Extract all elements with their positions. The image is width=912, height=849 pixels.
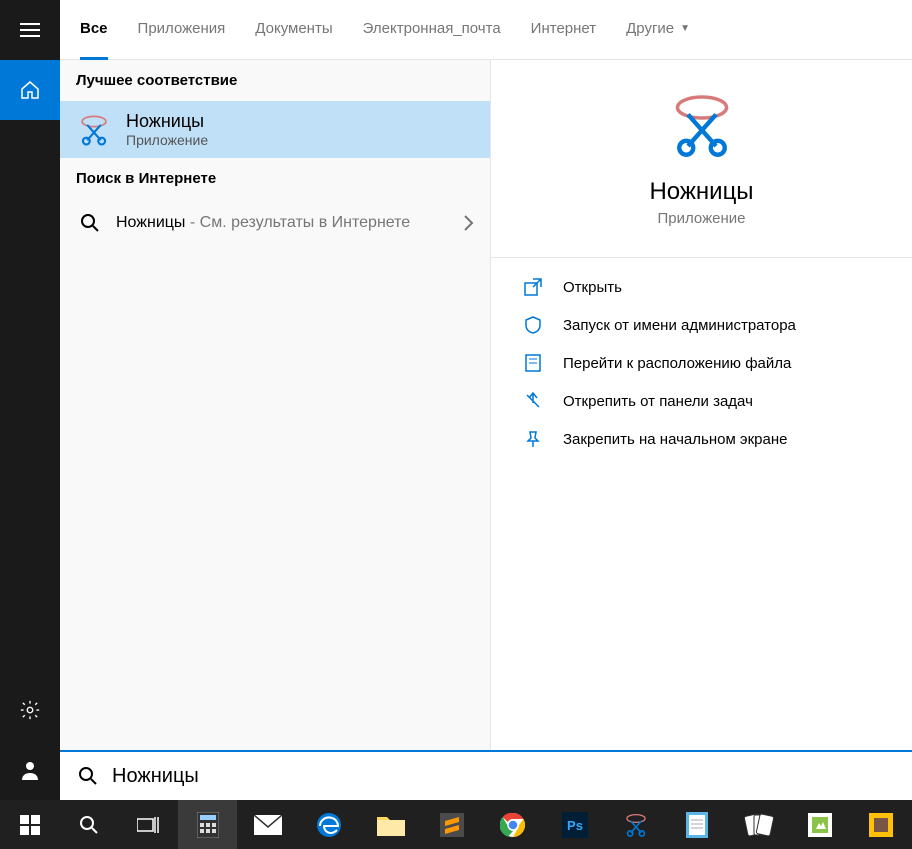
taskbar-app-sublime[interactable] [421,800,482,849]
tab-other[interactable]: Другие ▼ [626,0,690,60]
best-match-subtitle: Приложение [126,132,208,148]
search-bar[interactable] [60,750,912,800]
action-pin-start[interactable]: Закрепить на начальном экране [521,420,882,458]
edge-icon [316,812,342,838]
tab-email[interactable]: Электронная_почта [363,0,501,60]
web-search-item[interactable]: Ножницы - См. результаты в Интернете [60,199,490,247]
tab-documents[interactable]: Документы [255,0,332,60]
taskbar: Ps [0,800,912,849]
action-file-location-label: Перейти к расположению файла [563,355,791,372]
web-search-text: Ножницы - См. результаты в Интернете [116,214,462,232]
gear-icon [19,699,41,721]
pin-icon [521,430,545,448]
web-search-header: Поиск в Интернете [60,158,490,199]
sublime-icon [440,813,464,837]
taskbar-app-photoshop[interactable]: Ps [544,800,605,849]
folder-icon [521,354,545,372]
taskbar-app-calculator[interactable] [178,800,237,849]
tab-internet[interactable]: Интернет [531,0,596,60]
snipping-tool-icon [76,112,112,148]
svg-text:Ps: Ps [567,818,583,833]
preview-subtitle: Приложение [511,210,892,227]
person-icon [20,760,40,780]
action-open-label: Открыть [563,279,622,296]
taskbar-app-notepad[interactable] [667,800,728,849]
preview-panel: Ножницы Приложение Открыть Запуск от име… [490,60,912,750]
home-icon [20,80,40,100]
best-match-item[interactable]: Ножницы Приложение [60,101,490,158]
folder-icon [377,814,405,836]
chrome-icon [500,812,526,838]
preview-actions: Открыть Запуск от имени администратора П… [491,268,912,458]
web-search-query: Ножницы [116,214,185,231]
taskbar-app-generic1[interactable] [789,800,850,849]
taskbar-app-generic2[interactable] [851,800,912,849]
preview-app-icon [667,90,737,160]
search-tabs: Все Приложения Документы Электронная_поч… [60,0,912,60]
action-open[interactable]: Открыть [521,268,882,306]
task-view-icon [137,817,159,833]
action-run-admin[interactable]: Запуск от имени администратора [521,306,882,344]
home-button[interactable] [0,60,60,120]
taskbar-app-explorer[interactable] [360,800,421,849]
snipping-tool-icon [623,812,649,838]
preview-divider [491,257,912,258]
best-match-header: Лучшее соответствие [60,60,490,101]
settings-button[interactable] [0,680,60,740]
start-button[interactable] [0,800,59,849]
left-rail [0,0,60,800]
shield-icon [521,316,545,334]
unpin-icon [521,392,545,410]
taskbar-search-button[interactable] [59,800,118,849]
app-icon [808,813,832,837]
open-icon [521,278,545,296]
calculator-icon [197,812,219,838]
chevron-right-icon [462,214,474,232]
search-icon [76,213,104,233]
action-run-admin-label: Запуск от имени администратора [563,317,796,334]
search-icon [78,766,98,786]
taskbar-app-edge[interactable] [299,800,360,849]
task-view-button[interactable] [119,800,178,849]
taskbar-app-chrome[interactable] [483,800,544,849]
action-pin-start-label: Закрепить на начальном экране [563,431,787,448]
tab-apps[interactable]: Приложения [138,0,226,60]
taskbar-app-solitaire[interactable] [728,800,789,849]
search-input[interactable] [112,765,894,788]
app-icon [869,813,893,837]
chevron-down-icon: ▼ [680,23,690,34]
action-unpin-taskbar[interactable]: Открепить от панели задач [521,382,882,420]
action-file-location[interactable]: Перейти к расположению файла [521,344,882,382]
action-unpin-taskbar-label: Открепить от панели задач [563,393,753,410]
account-button[interactable] [0,740,60,800]
results-panel: Лучшее соответствие Ножницы Приложение П… [60,60,490,750]
windows-icon [20,815,40,835]
best-match-text: Ножницы Приложение [126,111,208,148]
hamburger-button[interactable] [0,0,60,60]
tab-all[interactable]: Все [80,0,108,60]
taskbar-app-mail[interactable] [237,800,298,849]
preview-header: Ножницы Приложение [491,60,912,227]
hamburger-icon [20,23,40,37]
notepad-icon [686,812,708,838]
preview-title: Ножницы [511,178,892,206]
tab-other-label: Другие [626,20,674,37]
taskbar-app-snipping[interactable] [605,800,666,849]
best-match-title: Ножницы [126,111,208,132]
web-search-suffix: - См. результаты в Интернете [185,214,410,231]
cards-icon [744,813,774,837]
mail-icon [254,815,282,835]
photoshop-icon: Ps [562,812,588,838]
search-icon [79,815,99,835]
